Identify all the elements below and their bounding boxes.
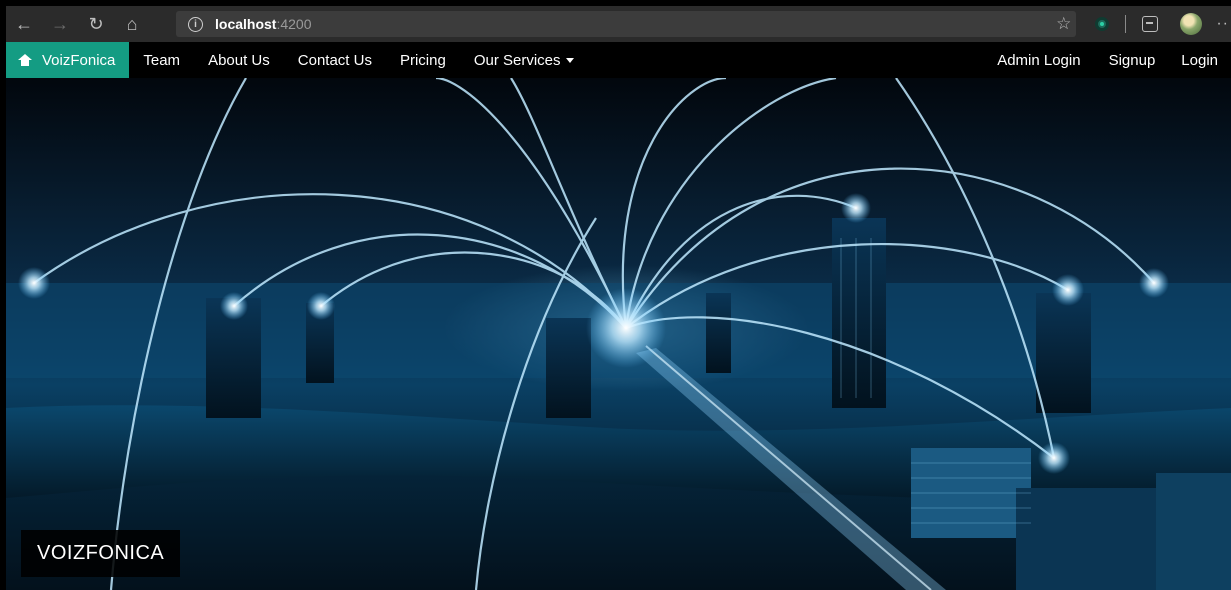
nav-team[interactable]: Team (129, 42, 194, 78)
nav-signup[interactable]: Signup (1096, 42, 1169, 78)
our-services-label: Our Services (473, 51, 561, 69)
more-icon[interactable]: ·· (1216, 15, 1229, 33)
favorite-star-icon[interactable]: ☆ (1056, 14, 1071, 34)
site-navbar: VoizFonica Team About Us Contact Us Pric… (6, 42, 1231, 78)
nav-brand-home[interactable]: VoizFonica (6, 42, 130, 78)
home-icon (18, 54, 32, 66)
url-port: :4200 (276, 16, 312, 32)
city-network-image (6, 78, 1231, 590)
hero-caption: VOIZFONICA (21, 530, 181, 577)
arrow-left-icon: ← (15, 13, 33, 34)
nav-contact-us[interactable]: Contact Us (284, 42, 386, 78)
brand-label: VoizFonica (42, 51, 116, 69)
forward-button[interactable]: → (42, 6, 78, 42)
refresh-icon: ↻ (88, 13, 104, 34)
browser-actions: ☆ ·· (1056, 6, 1231, 42)
info-icon[interactable]: i (188, 16, 203, 32)
hero-banner: VOIZFONICA (6, 78, 1231, 590)
nav-admin-login[interactable]: Admin Login (984, 42, 1095, 78)
profile-avatar[interactable] (1180, 13, 1203, 35)
nav-right-group: Admin Login Signup Login (984, 42, 1231, 78)
arrow-right-icon: → (51, 13, 69, 34)
browser-toolbar: ← → ↻ ⌂ i localhost:4200 ☆ ·· (6, 6, 1231, 42)
toolbar-divider (1125, 15, 1127, 33)
nav-about-us[interactable]: About Us (194, 42, 284, 78)
home-outline-icon: ⌂ (126, 13, 138, 34)
nav-pricing[interactable]: Pricing (386, 42, 460, 78)
collections-icon[interactable] (1142, 16, 1159, 32)
address-bar[interactable]: i localhost:4200 (176, 11, 1076, 37)
extension-icon[interactable] (1095, 17, 1110, 31)
back-button[interactable]: ← (6, 6, 42, 42)
browser-home-button[interactable]: ⌂ (114, 6, 150, 42)
nav-our-services-dropdown[interactable]: Our Services (460, 42, 588, 78)
url-host: localhost (215, 16, 277, 32)
caret-down-icon (565, 57, 574, 63)
refresh-button[interactable]: ↻ (78, 6, 114, 42)
nav-login[interactable]: Login (1168, 42, 1231, 78)
